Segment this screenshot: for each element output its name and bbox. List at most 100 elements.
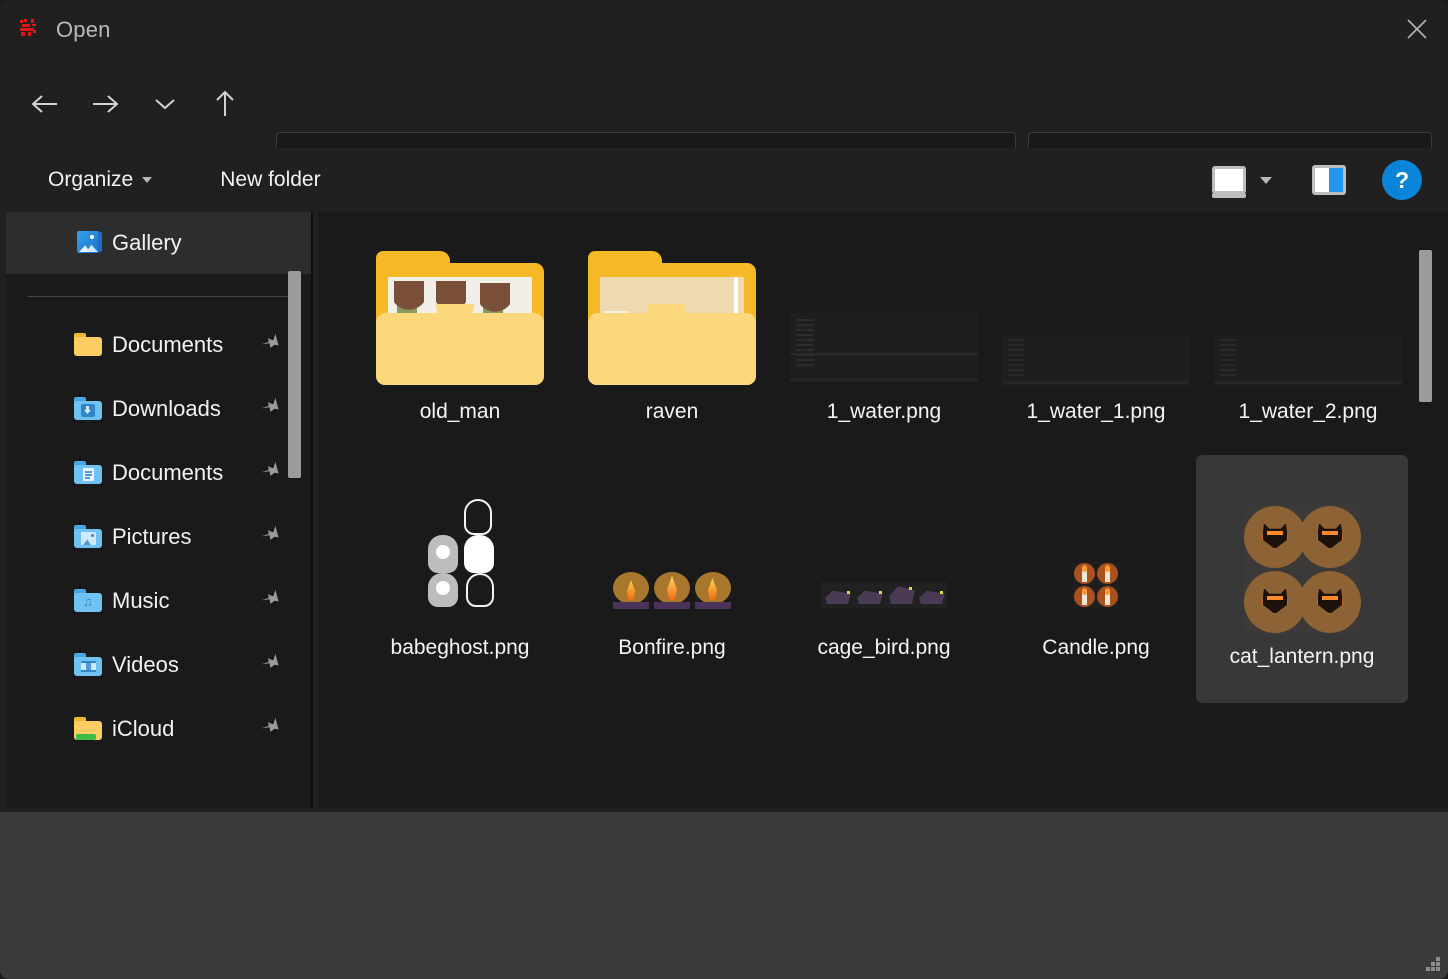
sidebar-item-label: Music	[112, 588, 170, 613]
file-list[interactable]: old_man raven 1_water.png 1_water_1.png …	[318, 212, 1448, 808]
app-icon	[18, 18, 42, 42]
file-name: old_man	[419, 400, 501, 423]
sidebar-item-videos[interactable]: Videos	[6, 633, 313, 697]
image-thumbnail	[790, 313, 978, 383]
title-bar: Open	[0, 0, 1448, 60]
file-name: raven	[645, 400, 699, 423]
file-open-dialog: Open « Content › props	[0, 0, 1448, 979]
file-name: 1_water_1.png	[1026, 400, 1166, 423]
sidebar-item-pictures[interactable]: Pictures	[6, 505, 313, 569]
sidebar-item-label: Downloads	[112, 396, 221, 421]
folder-pictures-icon	[74, 525, 102, 549]
thumbnail	[1202, 236, 1414, 400]
thumbnail	[778, 236, 990, 400]
folder-document-icon	[74, 461, 102, 485]
file-item-bonfire[interactable]: Bonfire.png	[566, 472, 778, 694]
thumbnail	[778, 472, 990, 636]
file-item-candle[interactable]: Candle.png	[990, 472, 1202, 694]
image-thumbnail	[1073, 562, 1119, 608]
file-grid: old_man raven 1_water.png 1_water_1.png …	[318, 212, 1448, 808]
thumbnail	[354, 472, 566, 636]
forward-button[interactable]	[82, 81, 128, 127]
sidebar-item-documents[interactable]: Documents	[6, 313, 313, 377]
image-thumbnail	[1214, 335, 1402, 387]
pin-icon[interactable]	[253, 391, 288, 427]
image-thumbnail	[821, 582, 947, 608]
thumbnail	[990, 472, 1202, 636]
chevron-down-icon	[142, 177, 153, 183]
image-thumbnail	[613, 572, 731, 610]
file-name: 1_water_2.png	[1238, 400, 1378, 423]
thumbnail	[566, 472, 778, 636]
new-folder-button[interactable]: New folder	[210, 158, 330, 202]
file-name: Candle.png	[1042, 636, 1150, 659]
thumbnail	[990, 236, 1202, 400]
file-name: Bonfire.png	[618, 636, 726, 659]
image-thumbnail	[422, 499, 498, 609]
sidebar-item-label: iCloud	[112, 716, 175, 741]
folder-icloud-icon	[74, 717, 102, 741]
file-name: 1_water.png	[826, 400, 942, 423]
thumbnail	[1196, 455, 1408, 645]
thumbnail	[354, 236, 566, 400]
resize-grip[interactable]	[1426, 957, 1440, 971]
sidebar-item-gallery[interactable]: Gallery	[6, 212, 313, 274]
command-bar-right: ?	[1212, 160, 1422, 200]
sidebar-scrollbar-thumb[interactable]	[288, 271, 301, 478]
sidebar-divider	[311, 212, 313, 808]
pin-icon[interactable]	[253, 711, 288, 747]
file-item-1-water-1[interactable]: 1_water_1.png	[990, 236, 1202, 458]
sidebar-item-label: Documents	[112, 460, 224, 485]
thumbnail	[566, 236, 778, 400]
pin-icon[interactable]	[253, 455, 288, 491]
pin-icon[interactable]	[253, 519, 288, 555]
folder-download-icon	[74, 397, 102, 421]
back-button[interactable]	[22, 81, 68, 127]
file-item-cage-bird[interactable]: cage_bird.png	[778, 472, 990, 694]
preview-pane-icon[interactable]	[1312, 165, 1346, 195]
file-item-old-man[interactable]: old_man	[354, 236, 566, 458]
file-name: babeghost.png	[390, 636, 530, 659]
pin-icon[interactable]	[253, 647, 288, 683]
folder-videos-icon	[74, 653, 102, 677]
sidebar-item-music[interactable]: ♫ Music	[6, 569, 313, 633]
close-icon[interactable]	[1386, 0, 1448, 58]
dialog-footer: File name: cat_lantern.png PNG (*.png) O…	[0, 812, 1448, 979]
sidebar-item-documents-2[interactable]: Documents	[6, 441, 313, 505]
file-list-scrollbar-thumb[interactable]	[1419, 250, 1432, 402]
sidebar-item-label: Gallery	[112, 230, 182, 255]
sidebar-item-label: Videos	[112, 652, 179, 677]
chevron-down-icon[interactable]	[1260, 176, 1272, 184]
window-title: Open	[56, 17, 111, 42]
organize-label: Organize	[48, 168, 134, 191]
folder-music-icon: ♫	[74, 589, 102, 613]
folder-thumbnail-icon	[376, 251, 544, 385]
new-folder-label: New folder	[220, 168, 321, 191]
folder-yellow-icon	[74, 333, 102, 357]
recent-locations-button[interactable]	[142, 81, 188, 127]
up-button[interactable]	[202, 81, 248, 127]
organize-button[interactable]: Organize	[38, 158, 162, 202]
sidebar-item-label: Pictures	[112, 524, 192, 549]
sidebar-item-icloud[interactable]: iCloud	[6, 697, 313, 761]
navigation-sidebar[interactable]: Gallery Documents Downloads Documents Pi…	[6, 212, 313, 808]
file-item-babeghost[interactable]: babeghost.png	[354, 472, 566, 694]
file-item-cat-lantern[interactable]: cat_lantern.png	[1196, 455, 1408, 703]
sidebar-item-label: Documents	[112, 332, 224, 357]
gallery-icon	[74, 231, 102, 255]
folder-thumbnail-icon	[588, 251, 756, 385]
file-name: cage_bird.png	[817, 636, 951, 659]
file-name: cat_lantern.png	[1229, 645, 1375, 668]
pin-icon[interactable]	[253, 583, 288, 619]
sidebar-item-downloads[interactable]: Downloads	[6, 377, 313, 441]
help-icon[interactable]: ?	[1382, 160, 1422, 200]
pin-icon[interactable]	[253, 327, 288, 363]
image-thumbnail	[1002, 335, 1190, 387]
sidebar-separator	[28, 296, 291, 297]
file-item-raven[interactable]: raven	[566, 236, 778, 458]
file-item-1-water[interactable]: 1_water.png	[778, 236, 990, 458]
navigation-bar: « Content › props › textures Search text…	[0, 60, 1448, 196]
help-glyph: ?	[1394, 166, 1410, 193]
file-item-1-water-2[interactable]: 1_water_2.png	[1202, 236, 1414, 458]
view-layout-icon[interactable]	[1212, 166, 1246, 198]
